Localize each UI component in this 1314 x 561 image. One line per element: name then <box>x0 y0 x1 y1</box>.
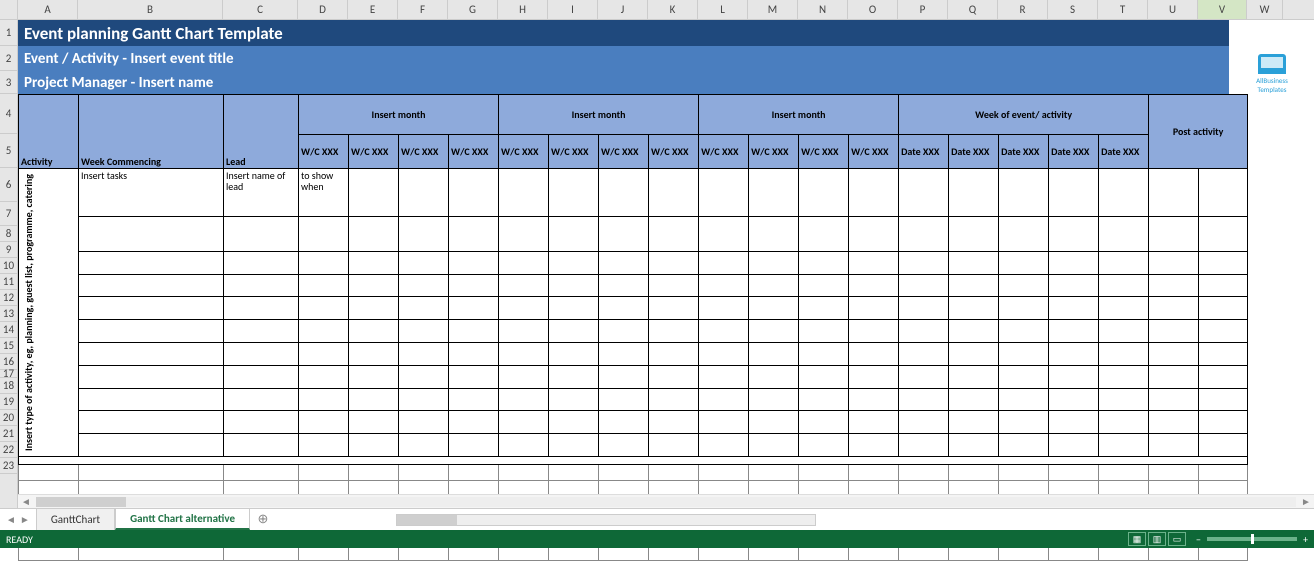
col-header-A[interactable]: A <box>18 0 78 19</box>
col-header-L[interactable]: L <box>698 0 748 19</box>
row-header-21[interactable]: 21 <box>0 426 17 442</box>
view-page-break-icon[interactable]: ▭ <box>1168 532 1186 546</box>
col-header-E[interactable]: E <box>348 0 398 19</box>
row-header-1[interactable]: 1 <box>0 20 17 46</box>
scroll-thumb[interactable] <box>36 497 126 507</box>
scroll-left-icon[interactable]: ◄ <box>18 495 34 508</box>
tab-label-1: GanttChart <box>51 513 100 526</box>
add-sheet-button[interactable]: ⊕ <box>250 509 276 530</box>
col-header-H[interactable]: H <box>498 0 548 19</box>
col-header-F[interactable]: F <box>398 0 448 19</box>
tab-first-icon[interactable]: ◄ <box>6 513 16 526</box>
row-header-19[interactable]: 19 <box>0 394 17 410</box>
title-row-1[interactable]: Event planning Gantt Chart Template <box>18 20 1229 46</box>
col-header-N[interactable]: N <box>798 0 848 19</box>
row-header-20[interactable]: 20 <box>0 410 17 426</box>
plus-icon: ⊕ <box>258 512 269 527</box>
monitor-icon <box>1258 54 1286 74</box>
scroll-track[interactable] <box>36 497 1296 507</box>
view-normal-icon[interactable]: ▦ <box>1128 532 1146 546</box>
watermark-logo: AllBusiness Templates <box>1250 54 1294 94</box>
row-header-7[interactable]: 7 <box>0 202 17 226</box>
row-header-17[interactable]: 17 <box>0 370 17 378</box>
col-header-S[interactable]: S <box>1048 0 1098 19</box>
row-header-2[interactable]: 2 <box>0 46 17 71</box>
col-header-V[interactable]: V <box>1198 0 1247 19</box>
col-header-D[interactable]: D <box>298 0 348 19</box>
title-text-2: Event / Activity - Insert event title <box>24 50 234 68</box>
select-all-corner[interactable] <box>0 0 18 19</box>
watermark-line1: AllBusiness <box>1250 76 1294 85</box>
worksheet-horizontal-scrollbar[interactable]: ◄ ► <box>18 494 1314 508</box>
col-header-I[interactable]: I <box>548 0 598 19</box>
view-buttons[interactable]: ▦ ▥ ▭ <box>1128 532 1186 546</box>
col-header-T[interactable]: T <box>1098 0 1148 19</box>
col-header-J[interactable]: J <box>598 0 648 19</box>
zoom-slider[interactable] <box>1207 537 1297 541</box>
col-header-P[interactable]: P <box>898 0 948 19</box>
col-header-B[interactable]: B <box>78 0 223 19</box>
tab-ganttchart[interactable]: GanttChart <box>36 509 115 530</box>
row-header-5[interactable]: 5 <box>0 134 17 168</box>
zoom-out-button[interactable]: − <box>1196 533 1201 546</box>
row-header-6[interactable]: 6 <box>0 168 17 202</box>
row-header-10[interactable]: 10 <box>0 258 17 274</box>
col-header-M[interactable]: M <box>748 0 798 19</box>
col-header-G[interactable]: G <box>448 0 498 19</box>
row-header-18[interactable]: 18 <box>0 378 17 394</box>
tabs-horizontal-scroll[interactable] <box>276 509 1314 530</box>
column-headers[interactable]: ABCDEFGHIJKLMNOPQRSTUVW <box>0 0 1314 20</box>
scroll-right-icon[interactable]: ► <box>1298 495 1314 508</box>
row-header-8[interactable]: 8 <box>0 226 17 242</box>
tab-nav-buttons[interactable]: ◄ ► <box>0 509 36 530</box>
zoom-in-button[interactable]: + <box>1303 533 1308 546</box>
col-header-R[interactable]: R <box>998 0 1048 19</box>
tab-label-2: Gantt Chart alternative <box>130 512 235 525</box>
row-header-4[interactable]: 4 <box>0 94 17 134</box>
title-row-2[interactable]: Event / Activity - Insert event title <box>18 46 1229 71</box>
sheet-tabs-bar: ◄ ► GanttChart Gantt Chart alternative ⊕ <box>0 508 1314 530</box>
status-bar: READY ▦ ▥ ▭ − + <box>0 530 1314 548</box>
watermark-line2: Templates <box>1250 85 1294 94</box>
title-text-1: Event planning Gantt Chart Template <box>24 23 283 44</box>
row-header-15[interactable]: 15 <box>0 338 17 354</box>
col-header-W[interactable]: W <box>1247 0 1283 19</box>
col-header-C[interactable]: C <box>223 0 298 19</box>
row-header-9[interactable]: 9 <box>0 242 17 258</box>
col-header-U[interactable]: U <box>1148 0 1198 19</box>
spreadsheet-grid[interactable]: Event planning Gantt Chart Template Even… <box>18 20 1314 510</box>
row-header-12[interactable]: 12 <box>0 290 17 306</box>
gantt-table[interactable]: ActivityWeek CommencingLeadInsert monthI… <box>18 94 1248 561</box>
zoom-control[interactable]: − + <box>1196 533 1308 546</box>
row-header-23[interactable]: 23 <box>0 458 17 474</box>
col-header-O[interactable]: O <box>848 0 898 19</box>
title-row-3[interactable]: Project Manager - Insert name <box>18 71 1229 94</box>
status-ready: READY <box>6 533 33 546</box>
row-header-22[interactable]: 22 <box>0 442 17 458</box>
view-page-layout-icon[interactable]: ▥ <box>1148 532 1166 546</box>
row-headers[interactable]: 1234567891011121314151617181920212223 <box>0 20 18 510</box>
row-header-3[interactable]: 3 <box>0 71 17 94</box>
row-header-11[interactable]: 11 <box>0 274 17 290</box>
title-text-3: Project Manager - Insert name <box>24 74 213 92</box>
tab-prev-icon[interactable]: ► <box>20 513 30 526</box>
tab-gantt-chart-alternative[interactable]: Gantt Chart alternative <box>115 509 250 530</box>
col-header-Q[interactable]: Q <box>948 0 998 19</box>
row-header-13[interactable]: 13 <box>0 306 17 322</box>
col-header-K[interactable]: K <box>648 0 698 19</box>
row-header-14[interactable]: 14 <box>0 322 17 338</box>
